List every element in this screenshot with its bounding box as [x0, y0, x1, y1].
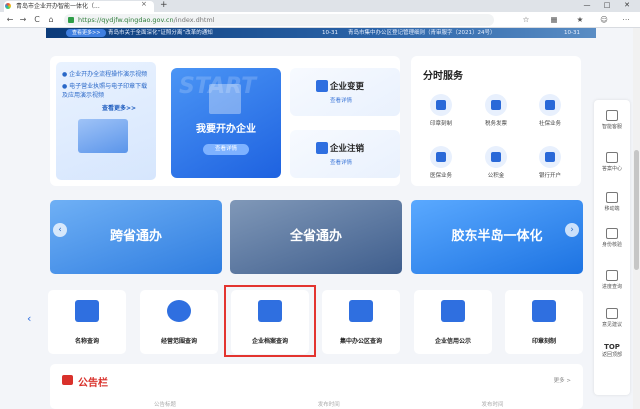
url-host: https://qydjfw.qingdao.gov.cn [78, 16, 174, 24]
sidebar-item-answers[interactable]: 答案中心 [594, 152, 630, 172]
social-security-icon [539, 94, 561, 116]
housing-fund-icon [485, 146, 507, 168]
account-icon[interactable]: ☺ [598, 14, 610, 26]
services-title: 分时服务 [423, 71, 463, 82]
home-button[interactable]: ⌂ [45, 13, 57, 27]
quick-entry[interactable]: 名称查询 [48, 290, 126, 354]
start-business-detail-button[interactable]: 查看详情 [203, 144, 249, 155]
news-item[interactable]: 青岛市集中办公区登记管理细则（青审服字〔2021〕24号） [348, 28, 496, 38]
robot-icon [606, 110, 618, 121]
service-item[interactable]: 税务发票 [474, 94, 518, 127]
name-search-icon [75, 300, 99, 322]
bank-account-icon [539, 146, 561, 168]
site-favicon-icon [5, 3, 11, 9]
notice-columns: 公告标题 发布时间 发布时间 [154, 402, 504, 408]
business-cancel-card[interactable]: 企业注销 查看详情 [290, 130, 400, 178]
highlight-box [224, 285, 316, 357]
banner-prev-arrow-icon[interactable]: ‹ [53, 223, 67, 237]
forward-button[interactable]: → [17, 13, 29, 27]
sidebar-item-ai-service[interactable]: 智能客服 [594, 110, 630, 130]
business-change-title: 企业变更 [330, 82, 365, 92]
guide-see-more-link[interactable]: 查看更多>> [102, 104, 150, 113]
feedback-icon [606, 308, 618, 319]
sidebar-item-feedback[interactable]: 意见建议 [594, 308, 630, 328]
extensions-icon[interactable]: ▦ [548, 14, 560, 26]
notice-more-link[interactable]: 更多 > [554, 376, 571, 384]
computer-illustration [78, 119, 128, 153]
back-button[interactable]: ← [4, 13, 16, 27]
banner-jiaodong[interactable]: 胶东半岛一体化 [411, 200, 583, 274]
mobile-icon [606, 192, 618, 203]
tab-title: 青岛市企业开办智能一体化（... [16, 3, 100, 10]
guide-item[interactable]: ● 企业开办全流程操作演示视频 [62, 70, 150, 79]
floating-sidebar: 智能客服 答案中心 移动端 身份核验 进度查询 意见建议 TOP 返回顶部 [594, 100, 630, 395]
notice-icon [62, 375, 73, 385]
id-card-icon [606, 228, 618, 239]
quick-prev-arrow-icon[interactable]: ‹ [27, 312, 31, 325]
business-cancel-detail-link[interactable]: 查看详情 [330, 158, 352, 166]
credit-shield-icon [441, 300, 465, 322]
news-ticker: 查看更多>> 青岛市关于全面深化“证照分离”改革的通知 10-31 青岛市集中办… [46, 28, 596, 38]
url-path: /index.dhtml [173, 16, 215, 24]
business-scope-icon [167, 300, 191, 322]
sidebar-item-mobile[interactable]: 移动端 [594, 192, 630, 212]
change-icon [316, 80, 328, 92]
browser-tab[interactable]: 青岛市企业开办智能一体化（... [4, 1, 154, 12]
reload-button[interactable]: C [31, 13, 43, 27]
notice-board: 公告栏 更多 > 公告标题 发布时间 发布时间 [50, 364, 583, 409]
guide-item[interactable]: ● 电子营业执照与电子印章下载及应用演示视频 [62, 82, 150, 100]
service-item[interactable]: 银行开户 [528, 146, 572, 179]
banner-cross-province[interactable]: 跨省通办 [50, 200, 222, 274]
top-icon: TOP [604, 343, 620, 351]
banner-next-arrow-icon[interactable]: › [565, 223, 579, 237]
service-item[interactable]: 公积金 [474, 146, 518, 179]
service-item[interactable]: 医保业务 [419, 146, 463, 179]
service-item[interactable]: 印章刻制 [419, 94, 463, 127]
notice-title: 公告栏 [78, 378, 108, 389]
start-business-card[interactable]: START 我要开办企业 查看详情 [171, 68, 281, 178]
start-business-title: 我要开办企业 [196, 124, 256, 135]
quick-entry[interactable]: 经营范围查询 [140, 290, 218, 354]
video-guide-card[interactable]: ● 企业开办全流程操作演示视频 ● 电子营业执照与电子印章下载及应用演示视频 查… [56, 62, 156, 180]
news-date: 10-31 [322, 30, 338, 36]
building-icon [209, 84, 241, 114]
seal-folder-icon [532, 300, 556, 322]
banner-whole-province[interactable]: 全省通办 [230, 200, 402, 274]
secure-lock-icon [68, 17, 74, 23]
medical-insurance-icon [430, 146, 452, 168]
business-change-detail-link[interactable]: 查看详情 [330, 96, 352, 104]
favorites-icon[interactable]: ★ [574, 14, 586, 26]
new-tab-button[interactable]: + [160, 0, 168, 11]
office-area-icon [349, 300, 373, 322]
back-to-top-button[interactable]: TOP 返回顶部 [594, 343, 630, 358]
quick-entry[interactable]: 企业信用公示 [414, 290, 492, 354]
news-date: 10-31 [564, 30, 580, 36]
time-share-services: 分时服务 印章刻制 税务发票 社保业务 医保业务 公积金 银行开户 [411, 56, 581, 186]
url-field[interactable]: https://qydjfw.qingdao.gov.cn/index.dhtm… [64, 14, 494, 26]
seal-icon [430, 94, 452, 116]
answers-icon [606, 152, 618, 163]
maximize-button[interactable]: □ [600, 0, 614, 11]
tab-close-icon[interactable]: × [141, 0, 147, 8]
bookmark-star-icon[interactable]: ☆ [520, 14, 532, 26]
sidebar-item-identity[interactable]: 身份核验 [594, 228, 630, 248]
scrollbar-thumb[interactable] [634, 150, 639, 270]
cancel-icon [316, 142, 328, 154]
news-item[interactable]: 青岛市关于全面深化“证照分离”改革的通知 [108, 28, 213, 38]
quick-entry[interactable]: 印章刻制 [505, 290, 583, 354]
quick-entry[interactable]: 集中办公区查询 [322, 290, 400, 354]
close-window-button[interactable]: ✕ [620, 0, 634, 11]
sidebar-item-progress[interactable]: 进度查询 [594, 270, 630, 290]
minimize-button[interactable]: — [580, 0, 594, 11]
business-change-card[interactable]: 企业变更 查看详情 [290, 68, 400, 116]
service-item[interactable]: 社保业务 [528, 94, 572, 127]
progress-icon [606, 270, 618, 281]
business-cancel-title: 企业注销 [330, 144, 365, 154]
news-more-button[interactable]: 查看更多>> [66, 29, 107, 37]
tax-invoice-icon [485, 94, 507, 116]
menu-icon[interactable]: ⋯ [620, 14, 632, 26]
